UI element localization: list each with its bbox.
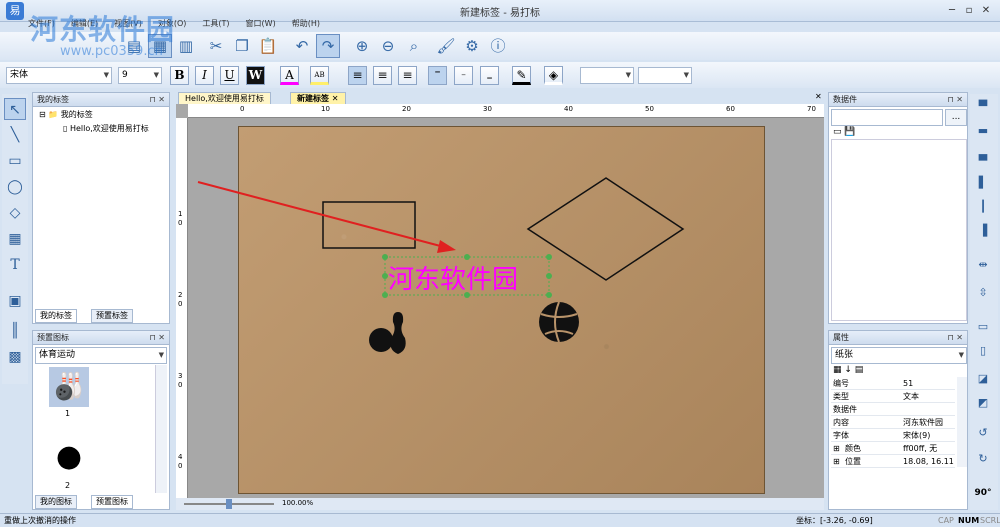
rotate-right-icon[interactable]: ↻ (972, 450, 994, 468)
property-row[interactable]: ⊞ 位置 18.08, 16.11 (831, 455, 955, 468)
bowling-pin-icon (390, 312, 406, 354)
zoom-level: 100.00% (282, 499, 314, 507)
selection-handle (546, 254, 552, 260)
property-key: 位置 (845, 457, 861, 466)
align-top-icon[interactable]: ▀ (972, 98, 994, 116)
sort-icons[interactable]: ▦ ↓ ▤ (833, 365, 863, 375)
property-row[interactable]: ⊞ 颜色 ff00ff, 无 (831, 442, 955, 455)
panel-pin-icon[interactable]: ⊓ ✕ (948, 331, 964, 345)
property-key: 数据件 (833, 405, 857, 414)
data-grid[interactable] (831, 139, 967, 321)
property-value: 文本 (903, 392, 919, 401)
object-selector-value: 纸张 (835, 350, 854, 360)
browse-button[interactable]: ... (945, 109, 967, 126)
property-row[interactable]: 编号 51 (831, 377, 955, 390)
property-value: ff00ff, 无 (903, 444, 938, 453)
status-num: NUM (958, 516, 980, 525)
send-back-icon[interactable]: ◩ (972, 394, 994, 412)
bowling-ball-icon (369, 328, 393, 352)
align-bottom-icon[interactable]: ▄ (972, 146, 994, 164)
property-value: 18.08, 16.11 (903, 457, 954, 466)
basketball-shape-icon (539, 302, 579, 342)
properties-title: 属性 (833, 333, 849, 342)
property-row[interactable]: 数据件 (831, 403, 955, 416)
property-key: 颜色 (845, 444, 861, 453)
align-left-edge-icon[interactable]: ▌ (972, 174, 994, 192)
property-key: 字体 (833, 431, 849, 440)
property-scrollbar[interactable] (957, 377, 967, 467)
same-width-icon[interactable]: ▭ (972, 318, 994, 336)
same-height-icon[interactable]: ▯ (972, 342, 994, 360)
data-source-input[interactable] (831, 109, 943, 126)
zoom-bar: 100.00% (176, 498, 824, 510)
expand-icon[interactable]: ⊞ (833, 442, 840, 455)
right-toolbar: ▀ ▬ ▄ ▌ ┃ ▐ ⇹ ⇳ ▭ ▯ ◪ ◩ ↺ ↻ 90° (970, 94, 998, 510)
data-panel-title: 数据件 (833, 95, 857, 104)
data-panel-header: 数据件 ⊓ ✕ (829, 93, 967, 107)
rotate-90-label[interactable]: 90° (972, 484, 994, 502)
status-message: 重做上次撤消的操作 (4, 516, 76, 525)
property-row[interactable]: 类型 文本 (831, 390, 955, 403)
property-value: 宋体(9) (903, 431, 931, 440)
property-row[interactable]: 内容 河东软件园 (831, 416, 955, 429)
panel-pin-icon[interactable]: ⊓ ✕ (948, 93, 964, 107)
bring-front-icon[interactable]: ◪ (972, 370, 994, 388)
data-toolbar-icons[interactable]: ▭ 💾 (833, 127, 856, 137)
properties-header: 属性 ⊓ ✕ (829, 331, 967, 345)
object-selector[interactable]: 纸张 ▼ (831, 347, 967, 364)
property-row[interactable]: 字体 宋体(9) (831, 429, 955, 442)
expand-icon[interactable]: ⊞ (833, 455, 840, 468)
align-right-edge-icon[interactable]: ▐ (972, 222, 994, 240)
properties-panel: 属性 ⊓ ✕ 纸张 ▼ ▦ ↓ ▤ 编号 51 类型 文本 数据件 内容 河东软件园 字体… (828, 330, 968, 510)
canvas-text-object[interactable]: 河东软件园 (388, 259, 518, 296)
property-value: 河东软件园 (903, 418, 943, 427)
diamond-shape (526, 177, 685, 281)
distribute-vertical-icon[interactable]: ⇳ (972, 284, 994, 302)
status-cap: CAP (938, 516, 954, 525)
zoom-slider-handle[interactable] (226, 499, 232, 509)
property-key: 类型 (833, 392, 849, 401)
align-middle-icon[interactable]: ▬ (972, 122, 994, 140)
status-scrl: SCRL (980, 516, 1000, 525)
status-bar: 重做上次撤消的操作 坐标：[-3.26, -0.69] CAP NUM SCRL (0, 513, 1000, 527)
rotate-left-icon[interactable]: ↺ (972, 424, 994, 442)
distribute-horizontal-icon[interactable]: ⇹ (972, 256, 994, 274)
annotation-arrowhead (437, 240, 456, 253)
data-panel: 数据件 ⊓ ✕ ... ▭ 💾 (828, 92, 968, 324)
property-grid: 编号 51 类型 文本 数据件 内容 河东软件园 字体 宋体(9) ⊞ 颜色 ff00ff,… (831, 377, 955, 468)
rectangle-shape (322, 201, 416, 249)
selection-handle (546, 292, 552, 298)
property-value: 51 (903, 379, 914, 388)
align-center-edge-icon[interactable]: ┃ (972, 198, 994, 216)
property-key: 内容 (833, 418, 849, 427)
property-key: 编号 (833, 379, 849, 388)
status-coordinates: 坐标：[-3.26, -0.69] (796, 516, 873, 525)
selection-handle (546, 273, 552, 279)
